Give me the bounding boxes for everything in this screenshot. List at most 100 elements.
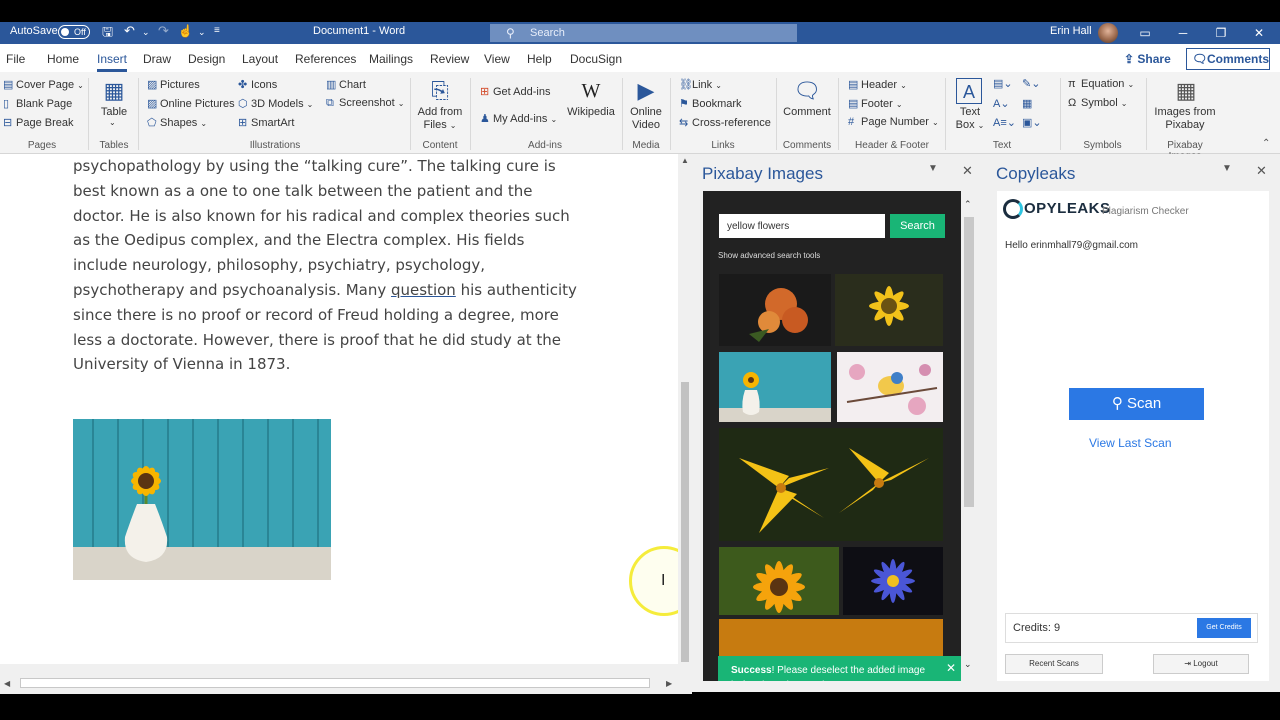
tab-view[interactable]: View	[484, 52, 510, 66]
pixabay-scrollbar[interactable]: ⌃ ⌄	[962, 197, 976, 677]
document-canvas[interactable]: psychopathology by using the “talking cu…	[0, 154, 699, 664]
screenshot-button[interactable]: ⧉ Screenshot ⌄	[326, 97, 404, 110]
tab-mailings[interactable]: Mailings	[369, 52, 413, 66]
signature-line-icon[interactable]: ✎⌄	[1022, 77, 1040, 90]
text-box-icon[interactable]: A	[956, 78, 982, 104]
share-button[interactable]: ⇪ Share	[1124, 52, 1171, 66]
undo-dropdown-icon[interactable]: ⌄	[142, 27, 150, 38]
tab-design[interactable]: Design	[188, 52, 225, 66]
pane-options-icon[interactable]: ▼	[1222, 163, 1232, 174]
table-icon[interactable]: ▦	[100, 78, 128, 104]
image-thumbnail[interactable]	[719, 352, 831, 422]
save-icon[interactable]: 🖫	[102, 23, 113, 45]
page-break-button[interactable]: ⊟ Page Break	[3, 116, 73, 129]
chart-button[interactable]: ▥ Chart	[326, 78, 366, 91]
image-thumbnail[interactable]	[843, 547, 943, 615]
image-thumbnail[interactable]	[719, 428, 943, 541]
logout-button[interactable]: ⇥ Logout	[1153, 654, 1249, 674]
pixabay-search-input[interactable]	[719, 214, 885, 238]
header-button[interactable]: ▤ Header ⌄	[848, 78, 907, 91]
comments-button[interactable]: 🗨 Comments	[1186, 48, 1270, 70]
customize-toolbar-icon[interactable]: ≡	[214, 25, 220, 36]
footer-button[interactable]: ▤ Footer ⌄	[848, 97, 903, 110]
images-from-pixabay-button-label[interactable]: Images from Pixabay	[1152, 106, 1218, 132]
recent-scans-button[interactable]: Recent Scans	[1005, 654, 1103, 674]
symbol-button[interactable]: Ω Symbol ⌄	[1068, 97, 1127, 109]
link-button[interactable]: ⛓Link ⌄	[679, 78, 722, 91]
online-video-icon[interactable]: ▶	[632, 78, 660, 104]
wikipedia-icon[interactable]: W	[577, 78, 605, 104]
table-dropdown-icon[interactable]: ⌄	[109, 118, 116, 127]
tab-layout[interactable]: Layout	[242, 52, 278, 66]
undo-icon[interactable]: ↶	[124, 23, 135, 39]
3d-models-button[interactable]: ⬡ 3D Models ⌄	[238, 97, 313, 110]
cross-reference-button[interactable]: ⇆ Cross-reference	[679, 116, 771, 129]
icons-button[interactable]: ✤ Icons	[238, 78, 277, 91]
collapse-ribbon-icon[interactable]: ⌃	[1262, 138, 1270, 149]
tab-references[interactable]: References	[295, 52, 356, 66]
avatar[interactable]	[1098, 23, 1118, 43]
scroll-down-icon[interactable]: ⌄	[964, 659, 972, 670]
restore-icon[interactable]: ❐	[1202, 23, 1240, 43]
tab-draw[interactable]: Draw	[143, 52, 171, 66]
new-comment-button-label[interactable]: Comment	[782, 106, 832, 119]
tab-insert[interactable]: Insert	[97, 52, 128, 72]
image-thumbnail[interactable]	[719, 547, 839, 615]
document-body[interactable]: psychopathology by using the “talking cu…	[73, 154, 613, 377]
tab-docusign[interactable]: DocuSign	[570, 52, 622, 66]
touch-dropdown-icon[interactable]: ⌄	[198, 27, 206, 38]
document-horizontal-scrollbar[interactable]: ◀ ▶	[0, 664, 692, 694]
blank-page-button[interactable]: ▯ Blank Page	[3, 97, 72, 110]
pixabay-search-button[interactable]: Search	[890, 214, 945, 238]
add-from-files-icon[interactable]: ⎘	[426, 78, 454, 104]
horizontal-scroll-thumb[interactable]	[20, 678, 650, 688]
autosave-toggle[interactable]: Off	[58, 25, 90, 39]
user-name[interactable]: Erin Hall	[1050, 25, 1092, 37]
scroll-up-icon[interactable]: ▲	[681, 156, 689, 165]
online-pictures-button[interactable]: ▨ Online Pictures	[147, 97, 235, 110]
document-vertical-scrollbar[interactable]: ▲ ▼	[678, 154, 692, 679]
scroll-left-icon[interactable]: ◀	[4, 679, 10, 688]
get-credits-button[interactable]: Get Credits	[1197, 618, 1251, 638]
underlined-word[interactable]: question	[391, 281, 456, 299]
cover-page-button[interactable]: ▤ Cover Page ⌄	[3, 78, 84, 91]
scroll-up-icon[interactable]: ⌃	[964, 199, 972, 210]
bookmark-button[interactable]: ⚑ Bookmark	[679, 97, 742, 110]
get-addins-button[interactable]: ⊞ Get Add-ins	[480, 85, 550, 98]
minimize-icon[interactable]: ─	[1164, 23, 1202, 43]
online-video-button-label[interactable]: Online Video	[626, 106, 666, 132]
smartart-button[interactable]: ⊞ SmartArt	[238, 116, 294, 129]
scroll-thumb[interactable]	[681, 382, 689, 662]
scan-button[interactable]: ⚲ Scan	[1069, 388, 1204, 420]
search-box[interactable]: ⚲ Search	[490, 24, 797, 42]
drop-cap-icon[interactable]: A≡⌄	[993, 116, 1016, 129]
my-addins-button[interactable]: ♟ My Add-ins ⌄	[480, 112, 557, 125]
scroll-right-icon[interactable]: ▶	[666, 679, 672, 688]
tab-review[interactable]: Review	[430, 52, 469, 66]
image-thumbnail[interactable]	[837, 352, 943, 422]
image-thumbnail[interactable]	[835, 274, 943, 346]
add-from-files-button-label[interactable]: Add from Files ⌄	[414, 106, 466, 132]
pane-options-icon[interactable]: ▼	[928, 163, 938, 174]
object-icon[interactable]: ▣⌄	[1022, 116, 1042, 129]
toast-close-icon[interactable]: ✕	[946, 661, 956, 676]
tab-home[interactable]: Home	[47, 52, 79, 66]
tab-help[interactable]: Help	[527, 52, 552, 66]
view-last-scan-link[interactable]: View Last Scan	[1089, 436, 1172, 450]
advanced-search-link[interactable]: Show advanced search tools	[718, 251, 820, 260]
page-number-button[interactable]: # Page Number ⌄	[848, 116, 939, 128]
date-time-icon[interactable]: ▦	[1022, 97, 1032, 110]
pane-close-icon[interactable]: ✕	[962, 163, 973, 179]
tab-file[interactable]: File	[6, 52, 25, 66]
equation-button[interactable]: π Equation ⌄	[1068, 78, 1134, 90]
inserted-image[interactable]	[73, 419, 331, 580]
new-comment-icon[interactable]: 🗨	[793, 78, 821, 104]
pictures-button[interactable]: ▨ Pictures	[147, 78, 200, 91]
redo-icon[interactable]: ↷	[158, 23, 169, 39]
text-box-button-label[interactable]: Text Box ⌄	[950, 106, 990, 132]
quick-parts-icon[interactable]: ▤⌄	[993, 77, 1013, 90]
ribbon-display-icon[interactable]: ▭	[1126, 23, 1164, 43]
pixabay-scroll-thumb[interactable]	[964, 217, 974, 507]
pane-close-icon[interactable]: ✕	[1256, 163, 1267, 179]
shapes-button[interactable]: ⬠ Shapes ⌄	[147, 116, 207, 129]
